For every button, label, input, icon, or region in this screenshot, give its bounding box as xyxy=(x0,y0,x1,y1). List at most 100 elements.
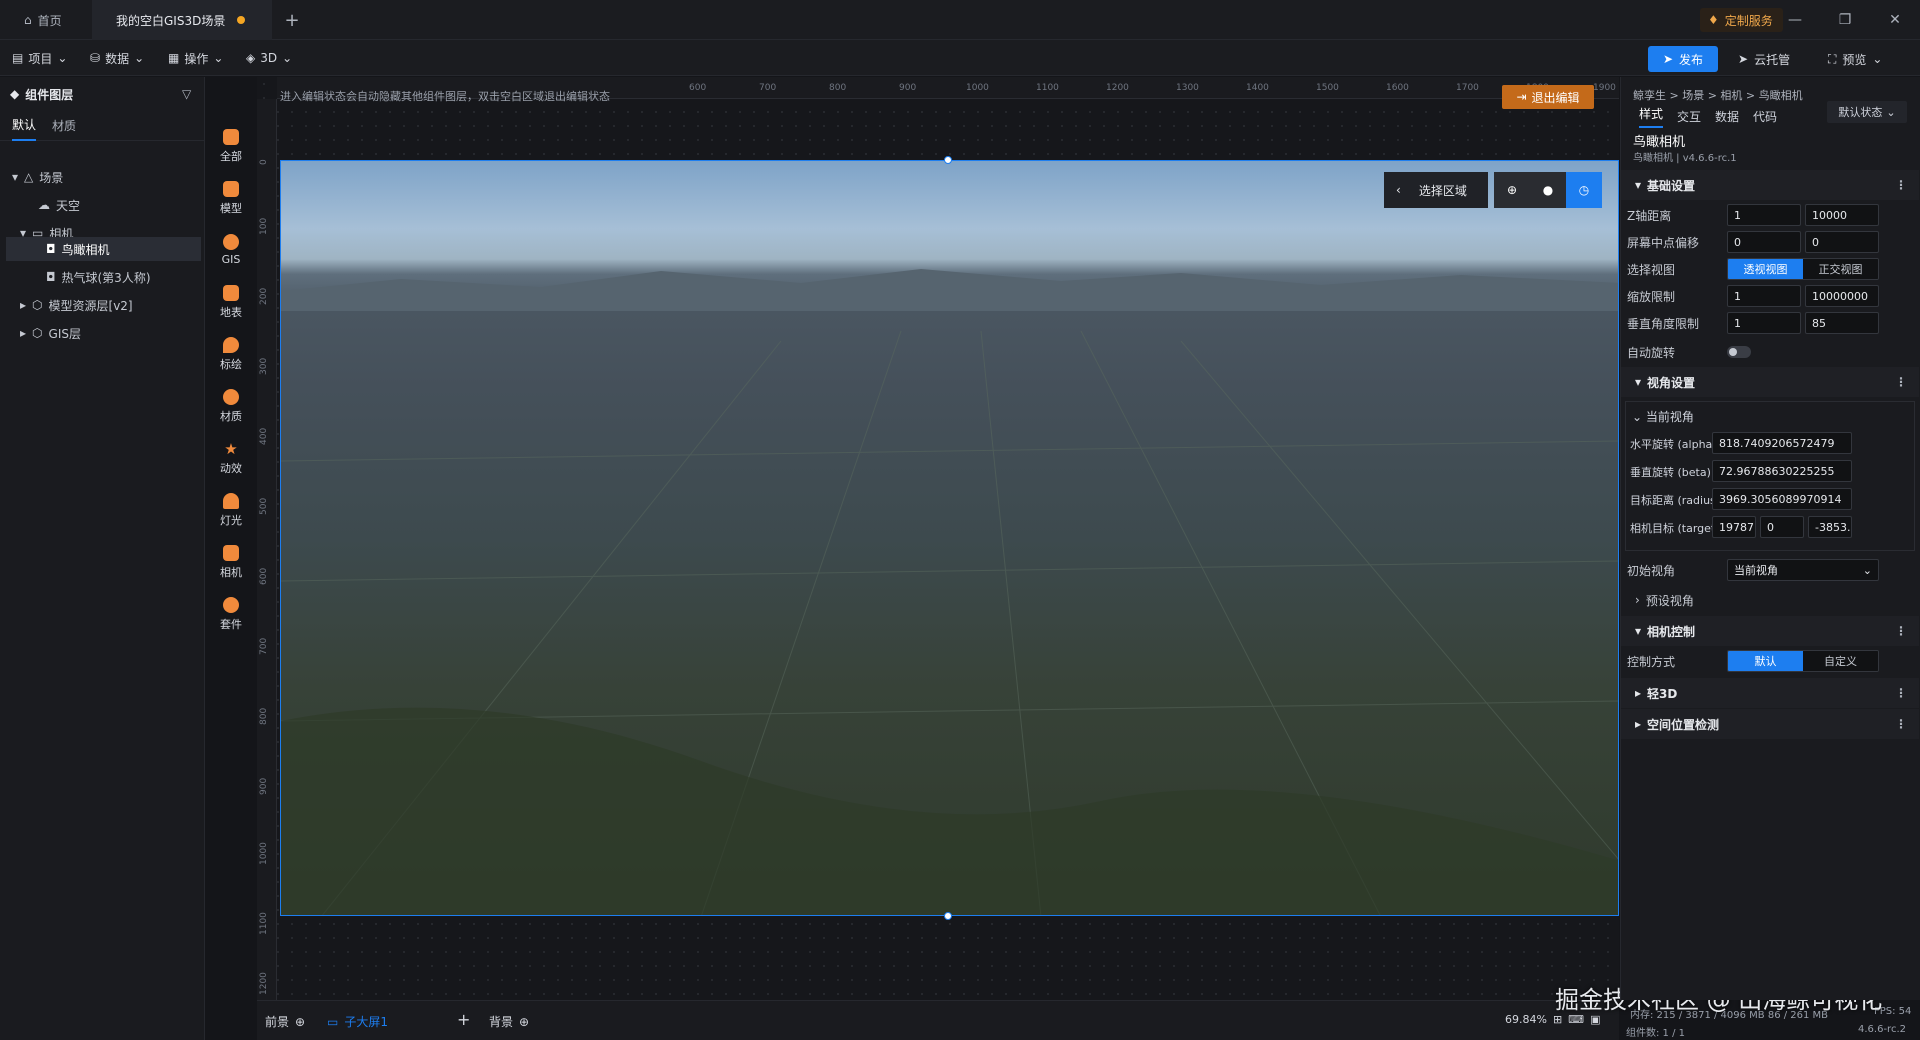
init-view-select[interactable]: 当前视角 ⌄ xyxy=(1727,559,1879,581)
filter-icon[interactable]: ▽ xyxy=(182,87,191,101)
target-y-input[interactable]: 0 xyxy=(1760,516,1804,538)
caret-right-icon: ▸ xyxy=(20,326,27,340)
control-custom-button[interactable]: 自定义 xyxy=(1803,651,1878,671)
publish-button[interactable]: ➤ 发布 xyxy=(1648,46,1718,72)
more-icon[interactable]: ⋮ xyxy=(1895,624,1907,638)
add-tab-button[interactable]: + xyxy=(272,0,312,40)
vangle-max-input[interactable]: 85 xyxy=(1805,312,1879,334)
more-icon[interactable]: ⋮ xyxy=(1895,375,1907,389)
z-max-input[interactable]: 10000 xyxy=(1805,204,1879,226)
view-ortho-button[interactable]: 正交视图 xyxy=(1803,259,1878,279)
ruler-tick: 800 xyxy=(829,83,847,93)
section-view[interactable]: ▾ 视角设置 ⋮ xyxy=(1621,367,1919,397)
section-space-detect[interactable]: ▸ 空间位置检测 ⋮ xyxy=(1621,709,1919,739)
radius-input[interactable]: 3969.3056089970914 xyxy=(1712,488,1852,510)
tab-home[interactable]: ⌂ 首页 xyxy=(0,0,90,40)
globe-icon[interactable]: ⊕ xyxy=(1494,172,1530,208)
tree-item-sky[interactable]: ☁ 天空 xyxy=(38,193,202,217)
zoom-min-input[interactable]: 1 xyxy=(1727,285,1801,307)
tree-item-gis-layer[interactable]: ▸ ⬡ GIS层 xyxy=(20,321,202,345)
minimize-icon[interactable]: — xyxy=(1770,0,1820,40)
material-icon xyxy=(223,388,239,405)
offset-x-input[interactable]: 0 xyxy=(1727,231,1801,253)
restore-icon[interactable]: ❐ xyxy=(1820,0,1870,40)
ruler-tick: 1200 xyxy=(1106,83,1129,93)
category-label: 标绘 xyxy=(220,357,242,371)
tree-item-balloon-camera[interactable]: ◘ 热气球(第3人称) xyxy=(46,265,202,289)
exit-edit-button[interactable]: ⇥ 退出编辑 xyxy=(1502,85,1594,109)
category-label: 套件 xyxy=(220,617,242,631)
category-light[interactable]: 灯光 xyxy=(205,486,257,534)
category-camera[interactable]: 相机 xyxy=(205,538,257,586)
tab-interaction[interactable]: 交互 xyxy=(1677,108,1701,125)
category-plot[interactable]: 标绘 xyxy=(205,330,257,378)
category-effect[interactable]: ★ 动效 xyxy=(205,434,257,482)
category-model[interactable]: 模型 xyxy=(205,174,257,222)
category-label: GIS xyxy=(221,253,241,266)
auto-rotate-toggle[interactable] xyxy=(1727,346,1751,358)
tree-item-model-layer[interactable]: ▸ ⬡ 模型资源层[v2] xyxy=(20,293,202,317)
z-distance-label: Z轴距离 xyxy=(1627,208,1672,223)
view-label: 选择视图 xyxy=(1627,262,1676,277)
tree-item-label: 模型资源层[v2] xyxy=(48,298,133,313)
tab-default[interactable]: 默认 xyxy=(12,111,37,141)
tab-material[interactable]: 材质 xyxy=(52,111,76,141)
background-layer-button[interactable]: 背景 ⊕ xyxy=(489,1013,529,1030)
front-layer-button[interactable]: 前景 ⊕ xyxy=(265,1013,305,1030)
tab-code[interactable]: 代码 xyxy=(1753,108,1777,125)
tab-style[interactable]: 样式 xyxy=(1639,105,1664,128)
add-screen-button[interactable]: + xyxy=(457,1010,470,1029)
ruler-tick: 700 xyxy=(759,83,777,93)
current-view-header[interactable]: ⌄ 当前视角 xyxy=(1632,408,1694,425)
circle-icon[interactable]: ● xyxy=(1530,172,1566,208)
category-all[interactable]: 全部 xyxy=(205,122,257,170)
offset-y-input[interactable]: 0 xyxy=(1805,231,1879,253)
section-light3d[interactable]: ▸ 轻3D ⋮ xyxy=(1621,678,1919,708)
ruler-tick: 1000 xyxy=(259,842,269,865)
z-min-input[interactable]: 1 xyxy=(1727,204,1801,226)
zoom-max-input[interactable]: 10000000 xyxy=(1805,285,1879,307)
preview-button[interactable]: ⛶ 预览 ⌄ xyxy=(1828,46,1882,72)
more-icon[interactable]: ⋮ xyxy=(1895,686,1907,700)
section-basic[interactable]: ▾ 基础设置 ⋮ xyxy=(1621,170,1919,200)
category-material[interactable]: 材质 xyxy=(205,382,257,430)
category-terrain[interactable]: 地表 xyxy=(205,278,257,326)
select-region-button[interactable]: ‹ 选择区域 xyxy=(1384,172,1488,208)
control-default-button[interactable]: 默认 xyxy=(1728,651,1803,671)
alpha-label: 水平旋转 (alpha) xyxy=(1630,438,1717,451)
vangle-min-input[interactable]: 1 xyxy=(1727,312,1801,334)
rotate-icon[interactable]: ◷ xyxy=(1566,172,1602,208)
cloud-host-button[interactable]: ➤ 云托管 xyxy=(1738,46,1790,72)
init-view-label: 初始视角 xyxy=(1627,563,1676,578)
more-icon[interactable]: ⋮ xyxy=(1895,717,1907,731)
section-view-label: 视角设置 xyxy=(1647,375,1696,390)
row-preset-view[interactable]: › 预设视角 xyxy=(1621,585,1919,615)
component-title: 鸟瞰相机 xyxy=(1633,135,1686,150)
close-icon[interactable]: ✕ xyxy=(1870,0,1920,40)
resize-handle-top[interactable] xyxy=(944,156,952,164)
view-perspective-button[interactable]: 透视视图 xyxy=(1728,259,1803,279)
alpha-input[interactable]: 818.7409206572479 xyxy=(1712,432,1852,454)
state-select[interactable]: 默认状态 ⌄ xyxy=(1827,101,1907,123)
menu-project[interactable]: ▤ 项目 ⌄ xyxy=(12,40,67,76)
menu-operate[interactable]: ▦ 操作 ⌄ xyxy=(168,40,223,76)
custom-service-label: 定制服务 xyxy=(1724,13,1773,28)
category-kit[interactable]: 套件 xyxy=(205,590,257,638)
menu-data[interactable]: ⛁ 数据 ⌄ xyxy=(90,40,144,76)
target-x-input[interactable]: 19787.34 xyxy=(1712,516,1756,538)
tab-scene[interactable]: 我的空白GIS3D场景 xyxy=(92,0,272,40)
category-gis[interactable]: GIS xyxy=(205,226,257,274)
section-camera-control[interactable]: ▾ 相机控制 ⋮ xyxy=(1621,616,1919,646)
resize-handle-bottom[interactable] xyxy=(944,912,952,920)
target-z-input[interactable]: -3853.73 xyxy=(1808,516,1852,538)
tree-item-scene[interactable]: ▾ △ 场景 xyxy=(12,165,202,189)
child-screen-tab[interactable]: ▭ 子大屏1 xyxy=(327,1013,388,1030)
tree-item-birdseye-camera[interactable]: ◘ 鸟瞰相机 xyxy=(6,237,201,261)
map-viewport[interactable] xyxy=(280,160,1619,916)
menu-3d[interactable]: ◈ 3D ⌄ xyxy=(246,40,292,76)
light-icon xyxy=(223,492,239,509)
more-icon[interactable]: ⋮ xyxy=(1895,178,1907,192)
tab-data[interactable]: 数据 xyxy=(1715,108,1739,125)
row-view: 选择视图 透视视图 正交视图 xyxy=(1621,254,1919,284)
beta-input[interactable]: 72.96788630225255 xyxy=(1712,460,1852,482)
